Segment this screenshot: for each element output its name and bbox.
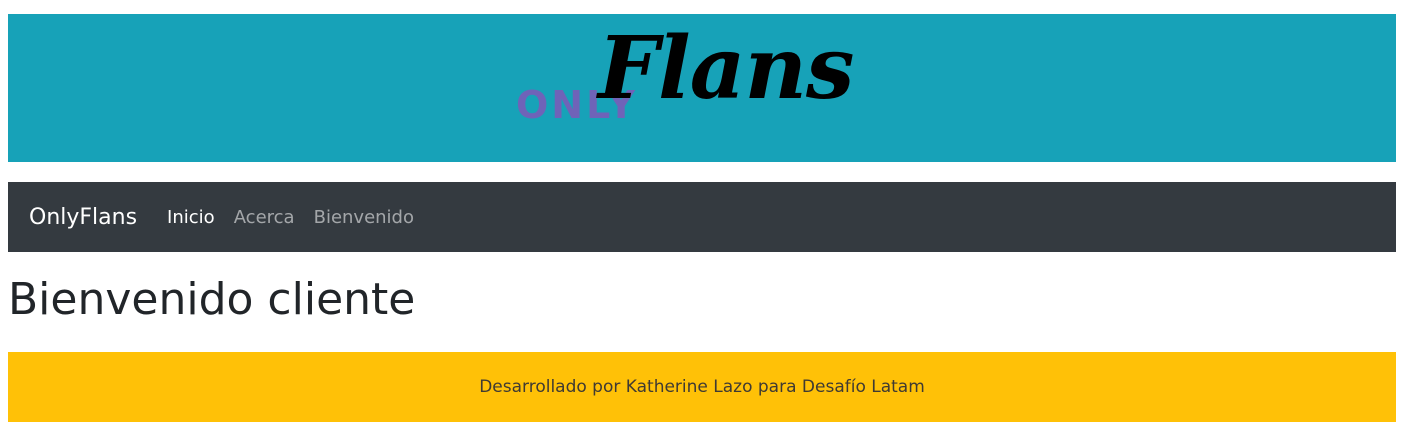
nav-link-inicio[interactable]: Inicio bbox=[167, 207, 215, 228]
logo-flans-text: Flans bbox=[598, 18, 854, 119]
nav-link-bienvenido[interactable]: Bienvenido bbox=[314, 207, 414, 228]
page-title: Bienvenido cliente bbox=[8, 274, 416, 325]
footer-text: Desarrollado por Katherine Lazo para Des… bbox=[479, 377, 925, 397]
nav-link-acerca[interactable]: Acerca bbox=[234, 207, 295, 228]
nav-links: Inicio Acerca Bienvenido bbox=[167, 207, 414, 228]
navbar-brand[interactable]: OnlyFlans bbox=[29, 205, 137, 230]
header-banner: ONLY Flans bbox=[8, 14, 1396, 162]
page: ONLY Flans OnlyFlans Inicio Acerca Bienv… bbox=[0, 0, 1403, 446]
navbar: OnlyFlans Inicio Acerca Bienvenido bbox=[8, 182, 1396, 252]
onlyflans-logo: ONLY Flans bbox=[8, 14, 1396, 162]
footer: Desarrollado por Katherine Lazo para Des… bbox=[8, 352, 1396, 422]
